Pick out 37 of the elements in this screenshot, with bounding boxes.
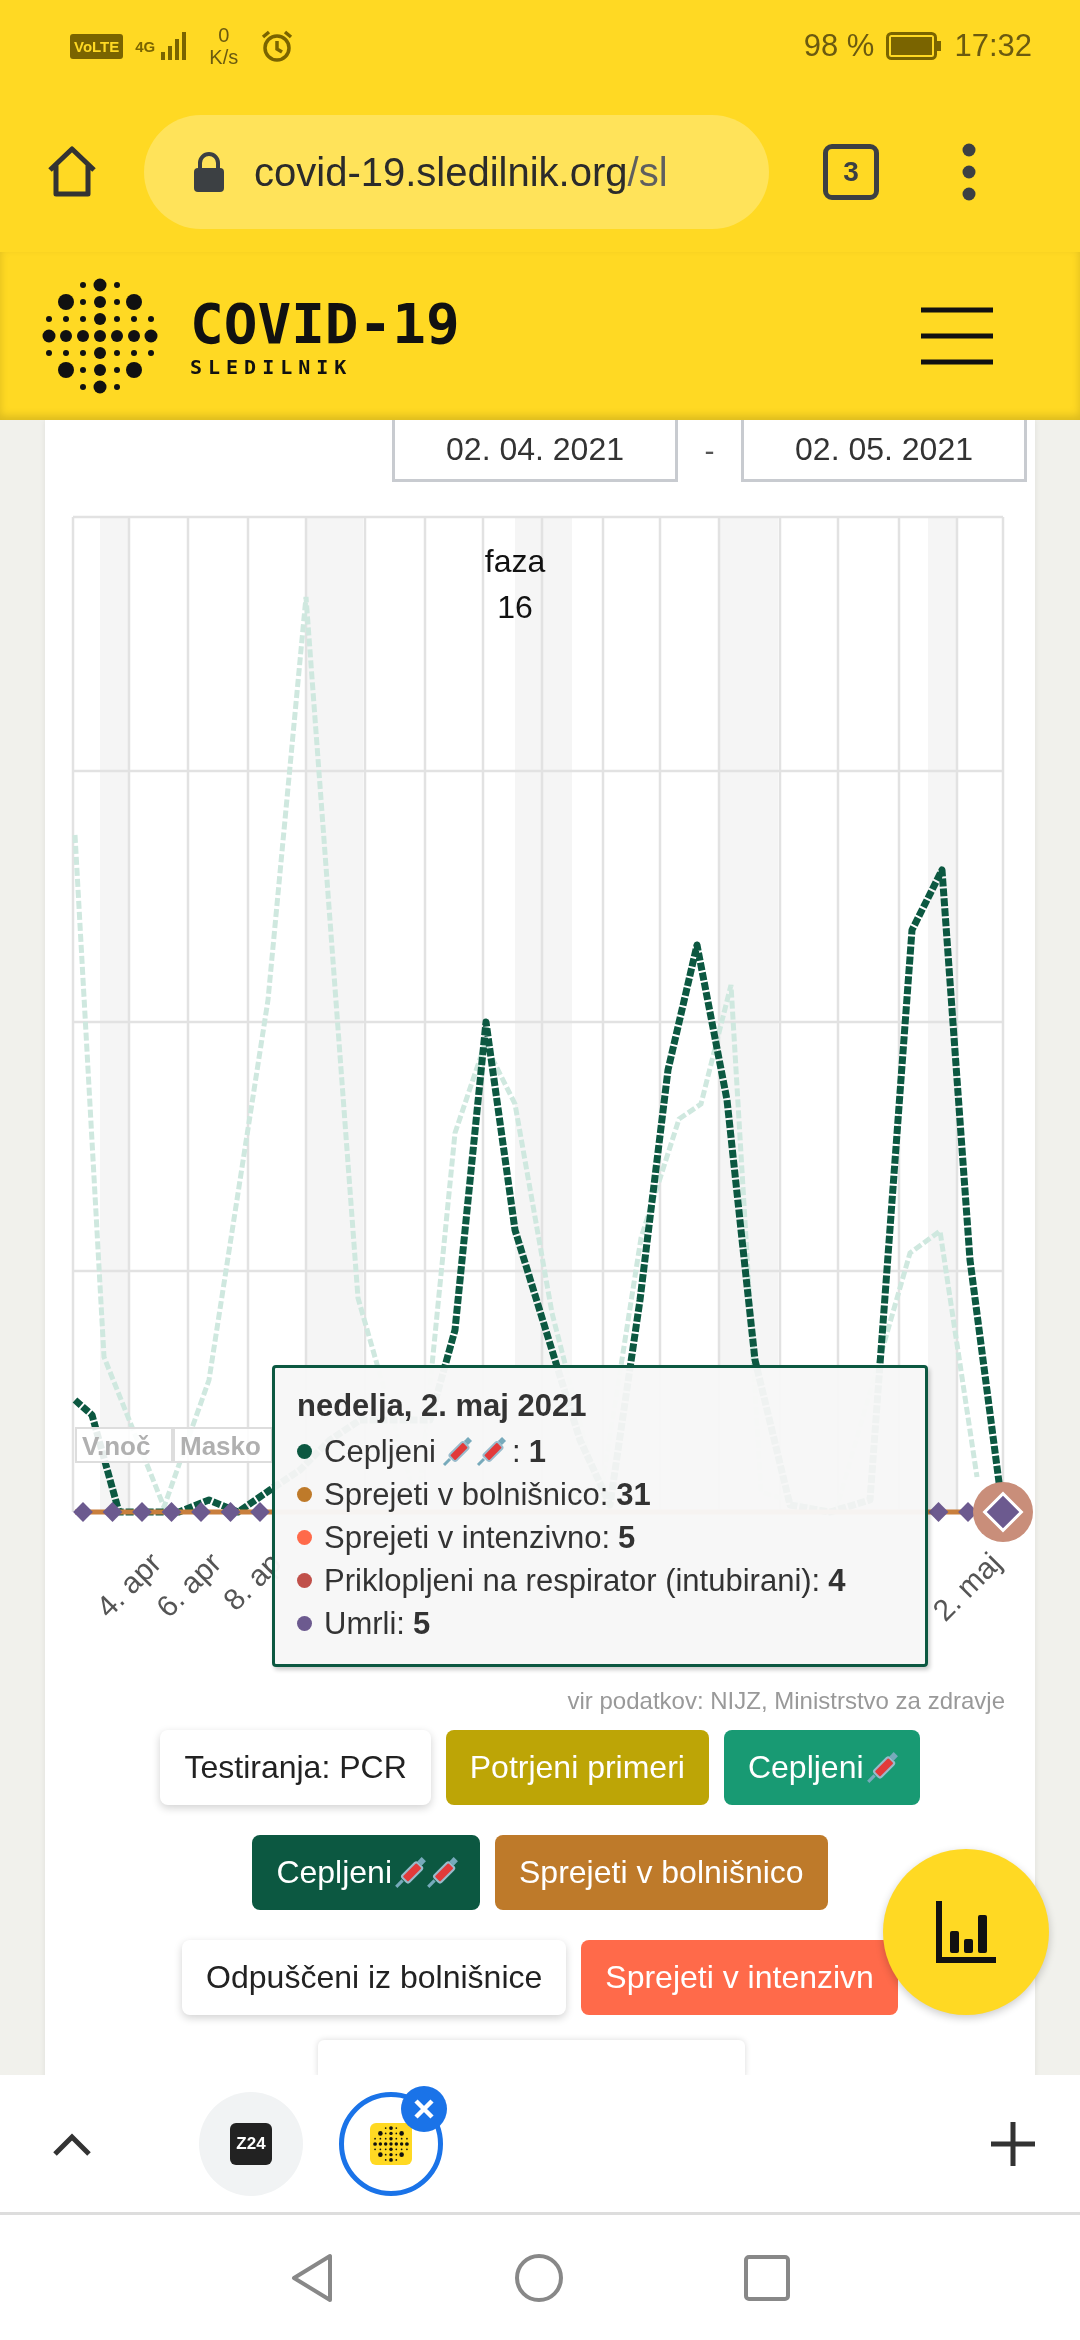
tab-count-button[interactable]: 3 — [823, 144, 879, 200]
phase-label: faza 16 — [483, 542, 547, 627]
browser-tab[interactable]: Z24 — [199, 2091, 303, 2196]
site-title[interactable]: COVID-19 — [190, 293, 460, 355]
battery-percent: 98 % — [803, 28, 875, 64]
tooltip-label: Sprejeti v bolnišnico: — [324, 1476, 609, 1513]
network-type: 4G — [135, 37, 156, 55]
series-toggle[interactable]: Cepljeni — [723, 1730, 920, 1805]
tooltip-label: Cepljeni — [324, 1433, 436, 1470]
tooltip-value: 1 — [528, 1433, 546, 1470]
site-subtitle: SLEDILNIK — [190, 355, 354, 379]
tooltip-value: 4 — [828, 1562, 846, 1599]
data-source: vir podatkov: NIJZ, Ministrstvo za zdravje — [566, 1687, 1006, 1716]
end-date-field[interactable]: 02. 05. 2021 — [741, 420, 1027, 482]
series-toggle[interactable]: Odpuščeni iz bolnišnice — [182, 1940, 567, 2015]
date-separator: - — [703, 434, 716, 468]
start-date-field[interactable]: 02. 04. 2021 — [392, 420, 678, 482]
tooltip-label: Sprejeti v intenzivno: — [324, 1519, 611, 1556]
series-toggle[interactable]: Testiranja: PCR — [160, 1730, 431, 1805]
series-toggle[interactable]: Cepljeni — [252, 1835, 480, 1910]
tooltip-label: Umrli: — [324, 1605, 405, 1642]
tooltip-value: 5 — [412, 1605, 431, 1642]
axis-label: 2. maj — [926, 1545, 1008, 1627]
network-badge: VoLTE — [70, 33, 124, 59]
period-label: Masko — [173, 1427, 273, 1463]
tooltip-label: Priklopljeni na respirator (intubirani): — [324, 1562, 821, 1599]
clock: 17:32 — [954, 28, 1032, 64]
tooltip-title: nedelja, 2. maj 2021 — [297, 1388, 588, 1424]
site-favicon: Z24 — [230, 2122, 272, 2165]
speed-unit: K/s — [209, 46, 239, 68]
series-toggle[interactable]: Sprejeti v bolnišnico — [495, 1835, 828, 1910]
tooltip-label: : — [512, 1433, 521, 1470]
tooltip-value: 5 — [618, 1519, 636, 1556]
period-label: V.noč — [75, 1427, 173, 1463]
address-bar[interactable]: covid-19.sledilnik.org/sl — [144, 115, 769, 229]
speed-value: 0 — [218, 24, 230, 46]
tooltip-value: 31 — [616, 1476, 651, 1513]
